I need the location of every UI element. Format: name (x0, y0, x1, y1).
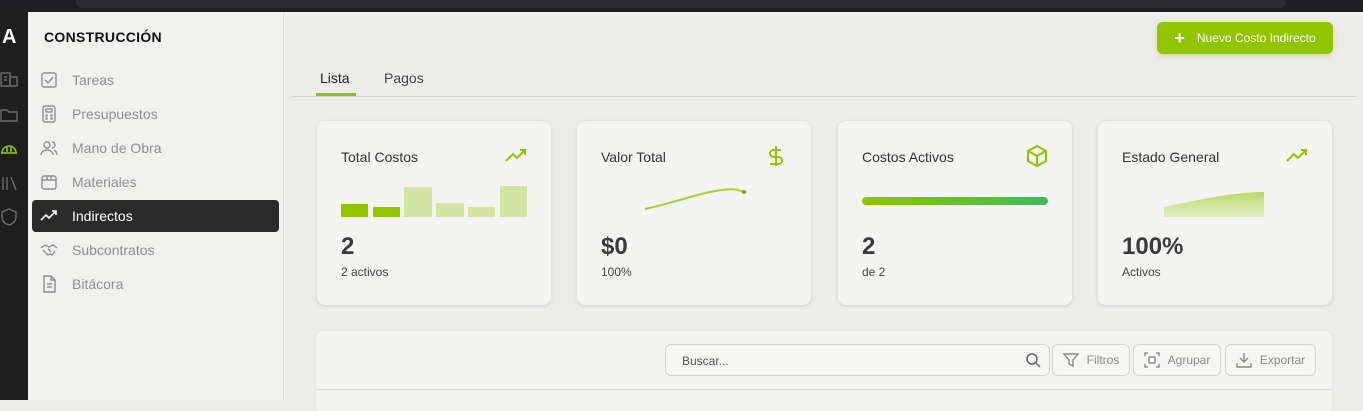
card-title: Estado General (1122, 149, 1220, 165)
search-box[interactable] (665, 344, 1050, 376)
mini-bar (404, 187, 432, 217)
app-logo: A (2, 26, 17, 48)
calculator-icon (42, 105, 56, 123)
export-button[interactable]: Exportar (1225, 344, 1316, 376)
plus-icon: + (1174, 28, 1185, 48)
box-icon (1027, 145, 1047, 167)
table-panel: Filtros Agrupar Exportar (316, 331, 1332, 411)
sidebar-item-label: Mano de Obra (72, 140, 162, 156)
card-title: Total Costos (341, 149, 419, 165)
mini-bar (341, 204, 368, 217)
card-subtitle: Activos (1122, 265, 1161, 279)
tabs-bar: Lista Pagos (292, 66, 1357, 97)
new-indirect-cost-button[interactable]: + Nuevo Costo Indirecto (1157, 22, 1333, 54)
users-icon (40, 141, 58, 156)
card-subtitle: 100% (601, 265, 632, 279)
sidebar-item-label: Presupuestos (72, 106, 158, 122)
progress-fill (862, 197, 1048, 205)
card-title: Costos Activos (862, 149, 954, 165)
sidebar-item-label: Subcontratos (72, 242, 155, 258)
mini-area (1164, 192, 1264, 217)
table-header-divider (316, 389, 1332, 390)
shield-icon[interactable] (0, 208, 18, 226)
search-icon (1026, 353, 1041, 368)
mini-bar (373, 207, 400, 217)
download-icon (1236, 353, 1252, 368)
app-rail: A (0, 12, 28, 400)
mini-bar-chart (341, 186, 527, 217)
dollar-icon (769, 146, 783, 166)
sidebar-nav: Tareas Presupuestos Mano de Obra Materia… (32, 64, 279, 302)
card-subtitle: de 2 (862, 265, 886, 279)
main-content: + Nuevo Costo Indirecto Lista Pagos Tota… (284, 12, 1363, 411)
sidebar: CONSTRUCCIÓN Tareas Presupuestos Mano de… (28, 12, 284, 400)
mini-bar (468, 207, 495, 217)
new-indirect-cost-label: Nuevo Costo Indirecto (1196, 31, 1316, 45)
sidebar-item-label: Tareas (72, 72, 115, 88)
mini-bar (436, 203, 464, 217)
card-subtitle: 2 activos (341, 265, 389, 279)
sidebar-item-subcontratos[interactable]: Subcontratos (32, 234, 279, 266)
stat-card-total-costos: Total Costos 2 2 activos (317, 121, 551, 305)
tab-pagos[interactable]: Pagos (384, 70, 424, 86)
building-icon[interactable] (0, 70, 18, 88)
sidebar-item-label: Indirectos (72, 208, 133, 224)
progress-track (862, 197, 1048, 205)
trending-up-icon (40, 210, 57, 221)
mini-line (644, 188, 746, 210)
folder-icon[interactable] (0, 106, 18, 124)
sidebar-item-label: Materiales (72, 174, 137, 190)
library-icon[interactable] (0, 174, 18, 192)
group-icon (1143, 352, 1160, 368)
sidebar-item-tareas[interactable]: Tareas (32, 64, 279, 96)
hardhat-icon[interactable] (0, 140, 18, 158)
trending-up-icon (1286, 149, 1307, 162)
stat-card-costos-activos: Costos Activos 2 de 2 (838, 121, 1072, 305)
sidebar-item-mano-de-obra[interactable]: Mano de Obra (32, 132, 279, 164)
tab-lista[interactable]: Lista (320, 70, 350, 86)
browser-chrome (0, 0, 1363, 12)
group-label: Agrupar (1167, 353, 1211, 367)
stat-card-estado-general: Estado General 100% Activos (1098, 121, 1332, 305)
mini-area-chart (1164, 192, 1264, 217)
handshake-icon (40, 244, 58, 256)
search-input[interactable] (680, 351, 1014, 371)
card-value: 2 (341, 233, 355, 260)
sidebar-item-indirectos[interactable]: Indirectos (32, 200, 279, 232)
mini-line-point (742, 190, 746, 194)
card-title: Valor Total (601, 149, 666, 165)
trending-up-icon (505, 149, 526, 162)
sidebar-item-label: Bitácora (72, 276, 124, 292)
mini-line-chart (644, 188, 746, 210)
card-value: $0 (601, 233, 628, 260)
sidebar-title: CONSTRUCCIÓN (44, 29, 162, 45)
group-button[interactable]: Agrupar (1133, 344, 1221, 376)
checkbox-icon (41, 72, 57, 88)
address-bar[interactable] (76, 0, 1286, 8)
export-label: Exportar (1259, 353, 1306, 367)
document-icon (43, 275, 56, 293)
card-value: 2 (862, 233, 876, 260)
filter-icon (1062, 353, 1079, 368)
sidebar-item-presupuestos[interactable]: Presupuestos (32, 98, 279, 130)
sidebar-item-materiales[interactable]: Materiales (32, 166, 279, 198)
card-value: 100% (1122, 233, 1184, 260)
mini-bar (500, 186, 527, 217)
active-tab-indicator (316, 93, 356, 96)
stat-card-valor-total: Valor Total $0 100% (577, 121, 811, 305)
filters-label: Filtros (1086, 353, 1120, 367)
package-icon (41, 175, 57, 190)
sidebar-item-bitacora[interactable]: Bitácora (32, 268, 279, 300)
filters-button[interactable]: Filtros (1052, 344, 1130, 376)
